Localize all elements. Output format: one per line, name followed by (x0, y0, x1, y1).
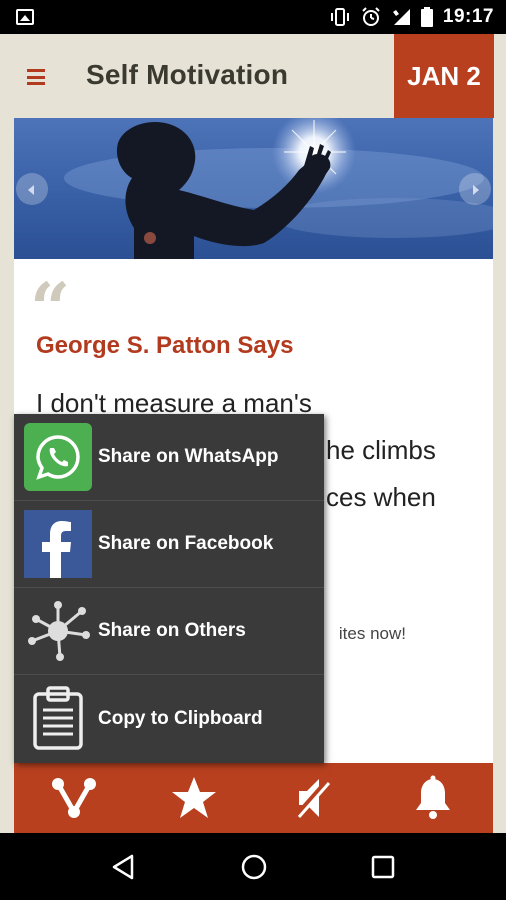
silhouette-image (64, 118, 493, 259)
image-notification-icon (16, 9, 34, 25)
share-others-label: Share on Others (98, 620, 246, 641)
share-whatsapp-item[interactable]: Share on WhatsApp (14, 414, 324, 501)
quote-author: George S. Patton Says (36, 332, 294, 359)
volume-muted-icon (295, 779, 331, 818)
reminder-button[interactable] (403, 768, 463, 828)
copy-clipboard-item[interactable]: Copy to Clipboard (14, 675, 324, 762)
share-network-icon (24, 597, 92, 665)
menu-icon[interactable] (27, 69, 45, 85)
banner-image (14, 118, 493, 259)
clipboard-icon (24, 684, 92, 752)
system-nav-bar (0, 833, 506, 900)
sound-toggle-button[interactable] (283, 768, 343, 828)
whatsapp-icon (24, 423, 92, 491)
share-icon (51, 778, 96, 818)
share-menu: Share on WhatsApp Share on Facebook Shar… (14, 414, 324, 763)
back-icon[interactable] (110, 853, 138, 881)
share-whatsapp-label: Share on WhatsApp (98, 446, 279, 467)
home-icon[interactable] (239, 852, 269, 882)
recents-icon[interactable] (370, 854, 396, 880)
app-bar: Self Motivation JAN 2 (0, 34, 506, 118)
date-badge[interactable]: JAN 2 (394, 34, 494, 118)
vibrate-icon (330, 8, 349, 26)
share-button[interactable] (44, 768, 104, 828)
share-others-item[interactable]: Share on Others (14, 588, 324, 675)
copy-clipboard-label: Copy to Clipboard (98, 707, 263, 729)
signal-icon (392, 9, 410, 25)
battery-icon (420, 7, 433, 27)
carousel-prev-button[interactable] (16, 173, 48, 205)
bell-icon (416, 775, 451, 819)
bottom-action-bar (14, 763, 493, 833)
app-title: Self Motivation (86, 59, 289, 90)
status-bar: 19:17 (0, 0, 506, 34)
favorite-button[interactable] (164, 768, 224, 828)
status-time: 19:17 (442, 6, 494, 27)
facebook-icon (24, 510, 92, 578)
star-icon (171, 777, 216, 818)
share-facebook-item[interactable]: Share on Facebook (14, 501, 324, 588)
status-icons: 19:17 (329, 0, 494, 34)
carousel-next-button[interactable] (459, 173, 491, 205)
alarm-icon (362, 7, 380, 26)
share-facebook-label: Share on Facebook (98, 533, 274, 554)
